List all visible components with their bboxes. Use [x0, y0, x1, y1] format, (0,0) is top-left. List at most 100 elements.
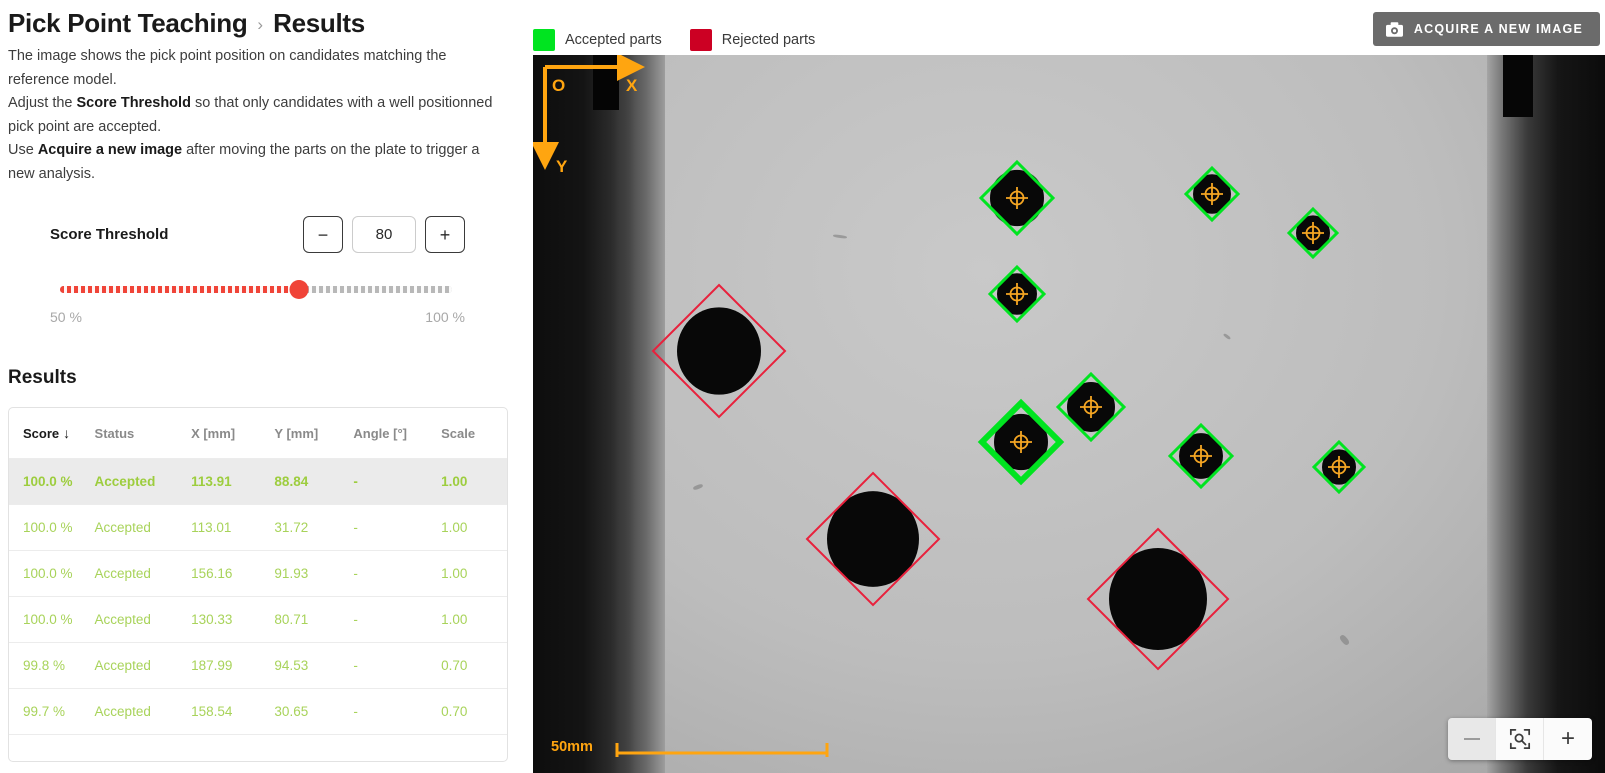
red-square-swatch-icon	[689, 29, 712, 51]
page-title: Results	[273, 8, 365, 38]
results-table-header-row: Score ↓ Status X [mm] Y [mm] Angle [°] Sc…	[9, 408, 507, 459]
slider-ticks	[60, 286, 452, 293]
detection-accepted[interactable]	[1167, 422, 1235, 490]
detection-accepted[interactable]	[987, 264, 1047, 324]
cell-angle: -	[353, 504, 442, 551]
cell-score: 100.0 %	[9, 550, 95, 597]
fit-to-screen-button[interactable]	[1496, 718, 1544, 760]
cell-score: 99.7 %	[9, 688, 95, 735]
cell-x: 113.01	[191, 504, 275, 551]
instructions-score-threshold-emphasis: Score Threshold	[76, 95, 191, 111]
table-row[interactable]: 100.0 % Accepted 113.01 31.72-1.00	[9, 504, 507, 551]
image-viewer-panel: Accepted parts Rejected parts ACQUIRE A …	[533, 0, 1605, 773]
cell-y: 30.65	[274, 688, 354, 735]
camera-icon	[1385, 21, 1403, 37]
viewer-header: Accepted parts Rejected parts ACQUIRE A …	[533, 0, 1605, 55]
column-header-status[interactable]: Status	[94, 408, 192, 459]
legend-label-accepted: Accepted parts	[565, 32, 662, 48]
detection-rejected[interactable]	[1086, 527, 1230, 671]
table-row[interactable]: 100.0 % Accepted 130.33 80.71-1.00	[9, 596, 507, 643]
score-threshold-slider[interactable]	[50, 280, 465, 299]
cell-score: 100.0 %	[9, 458, 95, 505]
cell-angle: -	[353, 550, 442, 597]
cell-status: Accepted	[94, 596, 192, 643]
column-header-score-label: Score	[23, 426, 60, 441]
score-threshold-label: Score Threshold	[50, 226, 169, 243]
cell-status: Accepted	[94, 642, 192, 689]
column-header-y[interactable]: Y [mm]	[274, 408, 354, 459]
score-threshold-increment-button[interactable]: +	[425, 216, 465, 253]
column-header-angle[interactable]: Angle [°]	[353, 408, 442, 459]
cell-x: 187.99	[191, 642, 275, 689]
instructions-line-1: The image shows the pick point position …	[8, 48, 447, 88]
legend: Accepted parts Rejected parts	[533, 29, 815, 51]
sort-descending-icon: ↓	[63, 425, 71, 441]
cell-score: 99.8 %	[9, 642, 95, 689]
slider-track[interactable]	[60, 286, 452, 293]
column-header-x[interactable]: X [mm]	[191, 408, 275, 459]
detection-rejected[interactable]	[805, 471, 941, 607]
column-header-scale[interactable]: Scale	[441, 408, 507, 459]
slider-range-labels: 50 % 100 %	[50, 309, 465, 325]
green-square-swatch-icon	[533, 29, 555, 51]
zoom-in-button[interactable]: +	[1544, 718, 1592, 760]
scale-bar	[615, 743, 829, 757]
breadcrumb-parent[interactable]: Pick Point Teaching	[8, 8, 248, 39]
breadcrumb: Pick Point Teaching › Results	[8, 0, 509, 39]
cell-scale: 1.00	[441, 504, 507, 551]
cell-scale: 0.70	[441, 642, 507, 689]
minus-icon	[1463, 738, 1480, 740]
cell-y: 80.71	[274, 596, 354, 643]
cell-y: 91.93	[274, 550, 354, 597]
results-table: Score ↓ Status X [mm] Y [mm] Angle [°] Sc…	[9, 408, 507, 735]
cell-angle: -	[353, 642, 442, 689]
legend-label-rejected: Rejected parts	[721, 32, 816, 48]
detection-accepted[interactable]	[1055, 371, 1127, 443]
slider-max-label: 100 %	[425, 309, 465, 325]
instructions-line-3-pre: Use	[8, 142, 38, 158]
instructions-line-2-pre: Adjust the	[8, 95, 77, 111]
table-row[interactable]: 99.8 % Accepted 187.99 94.53-0.70	[9, 642, 507, 689]
score-threshold-stepper: − 80 +	[303, 216, 465, 253]
detection-accepted[interactable]	[1311, 439, 1367, 495]
score-threshold-decrement-button[interactable]: −	[303, 216, 343, 253]
fit-screen-icon	[1509, 728, 1530, 750]
zoom-controls: +	[1448, 718, 1592, 760]
cell-y: 94.53	[274, 642, 354, 689]
cell-x: 113.91	[191, 458, 275, 505]
zoom-out-button[interactable]	[1448, 718, 1496, 760]
score-threshold-value-input[interactable]: 80	[352, 216, 416, 253]
pick-point-results-screen: Pick Point Teaching › Results The image …	[0, 0, 1605, 773]
score-threshold-control: Score Threshold − 80 + 50 % 100 %	[8, 216, 509, 325]
legend-item-rejected: Rejected parts	[689, 29, 816, 51]
cell-scale: 1.00	[441, 458, 507, 505]
cell-status: Accepted	[94, 550, 192, 597]
plus-icon: +	[1560, 725, 1575, 752]
cell-x: 156.16	[191, 550, 275, 597]
detection-rejected[interactable]	[651, 283, 787, 419]
detection-accepted[interactable]	[977, 398, 1065, 486]
score-threshold-row: Score Threshold − 80 +	[50, 216, 465, 253]
slider-min-label: 50 %	[50, 309, 82, 325]
results-table-body: 100.0 % Accepted 113.91 88.84-1.00 100.0 % Ac…	[9, 458, 507, 735]
camera-image-stage[interactable]: O X Y 50mm +	[533, 55, 1605, 773]
acquire-new-image-button[interactable]: ACQUIRE A NEW IMAGE	[1372, 12, 1600, 46]
cell-y: 31.72	[274, 504, 354, 551]
column-header-score[interactable]: Score ↓	[9, 408, 95, 459]
results-section-title: Results	[8, 367, 77, 388]
table-row[interactable]: 99.7 % Accepted 158.54 30.65-0.70	[9, 688, 507, 735]
table-row[interactable]: 100.0 % Accepted 113.91 88.84-1.00	[9, 458, 507, 505]
cell-status: Accepted	[94, 458, 192, 505]
cell-angle: -	[353, 688, 442, 735]
scale-bar-label: 50mm	[551, 739, 593, 755]
cell-scale: 1.00	[441, 596, 507, 643]
detection-accepted[interactable]	[978, 159, 1056, 237]
cell-y: 88.84	[274, 458, 354, 505]
detection-accepted[interactable]	[1183, 165, 1241, 223]
cell-angle: -	[353, 458, 442, 505]
results-table-card: Score ↓ Status X [mm] Y [mm] Angle [°] Sc…	[8, 407, 508, 762]
cell-score: 100.0 %	[9, 504, 95, 551]
table-row[interactable]: 100.0 % Accepted 156.16 91.93-1.00	[9, 550, 507, 597]
slider-thumb[interactable]	[289, 280, 309, 299]
detection-accepted[interactable]	[1286, 206, 1340, 260]
